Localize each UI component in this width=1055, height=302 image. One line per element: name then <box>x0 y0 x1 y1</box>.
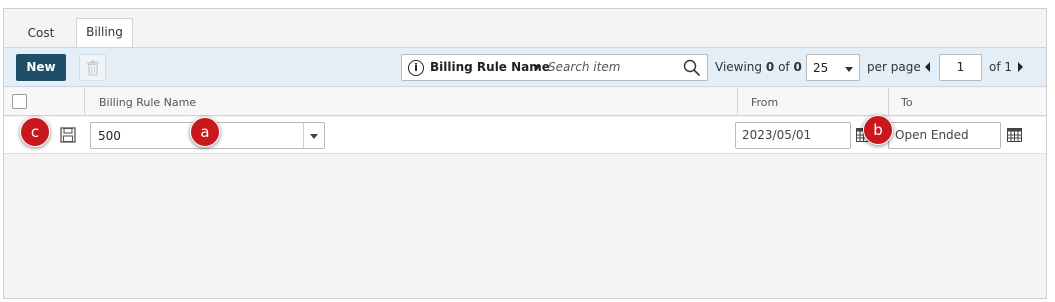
grid-header: Billing Rule Name From To <box>4 88 1046 116</box>
from-date-field[interactable]: 2023/05/01 <box>735 122 851 149</box>
to-date-field[interactable]: Open Ended <box>888 122 1001 149</box>
viewing-from: 0 <box>765 60 775 74</box>
column-header-to[interactable]: To <box>901 88 913 116</box>
search-input[interactable]: Search item <box>548 60 620 74</box>
viewing-of: of <box>778 60 790 74</box>
viewing-total: 0 <box>793 60 802 74</box>
column-header-from[interactable]: From <box>751 88 778 116</box>
annotation-marker-c: c <box>20 117 50 147</box>
combobox-divider <box>303 123 304 148</box>
annotation-marker-b: b <box>863 115 893 145</box>
billing-panel: Cost Billing New i Billing Rule Name Sea… <box>3 8 1047 299</box>
toolbar: New i Billing Rule Name Search item View… <box>4 47 1046 87</box>
calendar-icon[interactable] <box>1007 127 1022 142</box>
select-all-checkbox[interactable] <box>12 94 27 109</box>
page-total-label: of 1 <box>989 60 1013 74</box>
search-icon[interactable] <box>683 59 701 77</box>
chevron-down-icon[interactable] <box>310 134 318 139</box>
tab-billing[interactable]: Billing <box>76 18 133 47</box>
new-button[interactable]: New <box>16 54 66 81</box>
column-divider <box>737 88 738 116</box>
scrollbar[interactable] <box>1048 8 1055 299</box>
delete-button[interactable] <box>79 54 106 81</box>
viewing-prefix: Viewing <box>715 60 763 74</box>
per-page-value: 25 <box>813 61 829 75</box>
search-box[interactable]: i Billing Rule Name Search item <box>401 54 708 81</box>
chevron-down-icon[interactable] <box>533 65 541 70</box>
trash-icon <box>87 60 99 76</box>
search-field-selector[interactable]: Billing Rule Name <box>430 60 550 74</box>
viewing-count: Viewing 0 of 0 <box>715 60 802 74</box>
tab-bar: Cost Billing <box>4 9 1046 47</box>
per-page-label: per page <box>867 60 921 74</box>
tab-cost[interactable]: Cost <box>16 20 66 47</box>
per-page-select[interactable]: 25 <box>806 54 860 81</box>
page-number-input[interactable]: 1 <box>939 54 982 81</box>
column-divider <box>84 88 85 116</box>
info-icon[interactable]: i <box>408 60 424 76</box>
save-icon[interactable] <box>60 127 76 143</box>
column-header-billing-rule-name[interactable]: Billing Rule Name <box>99 88 196 116</box>
chevron-down-icon <box>845 67 853 72</box>
billing-rule-value: 500 <box>98 129 121 143</box>
column-divider <box>888 88 889 116</box>
prev-page-icon[interactable] <box>925 62 930 72</box>
annotation-marker-a: a <box>190 117 220 147</box>
next-page-icon[interactable] <box>1018 62 1023 72</box>
